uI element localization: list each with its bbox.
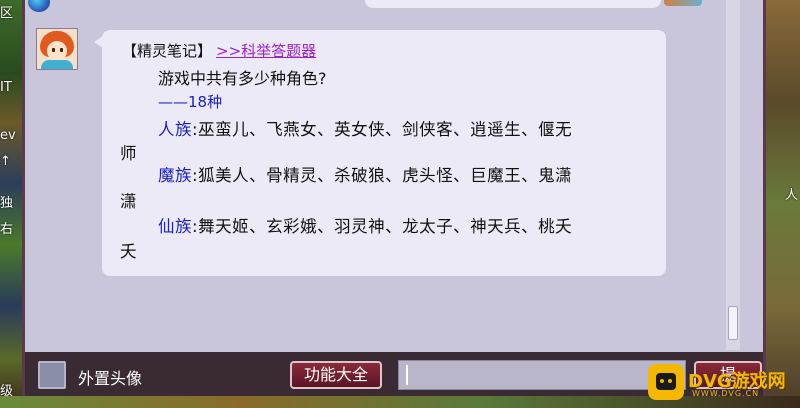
scrollbar-thumb[interactable] — [728, 306, 738, 340]
scene-text: 区 — [0, 6, 14, 21]
avatar-face — [47, 41, 67, 61]
avatar-eye — [52, 48, 55, 52]
sprite-avatar[interactable] — [36, 28, 78, 70]
text-caret — [406, 365, 408, 385]
scene-text: 独 — [0, 196, 14, 211]
race-row-demon: 魔族:狐美人、骨精灵、杀破狼、虎头怪、巨魔王、鬼潇 — [158, 162, 572, 186]
race-roles: 狐美人、骨精灵、杀破狼、虎头怪、巨魔王、鬼潇 — [198, 166, 573, 185]
external-avatar-checkbox[interactable] — [38, 361, 66, 389]
scene-text: 右 — [0, 222, 14, 237]
watermark-sub: WWW.DVG.CN — [692, 389, 760, 398]
previous-message-bubble — [365, 0, 661, 8]
scene-text: ev — [0, 128, 16, 143]
gamepad-icon — [648, 364, 684, 400]
race-row-human: 人族:巫蛮儿、飞燕女、英女侠、剑侠客、逍遥生、偃无 — [158, 116, 572, 140]
game-scene-left: 区 IT ev ↑ 独 右 级 — [0, 0, 24, 408]
note-answer: ——18种 — [158, 93, 223, 111]
watermark: DVG游戏网 WWW.DVG.CN — [648, 364, 798, 400]
scene-text: 人 — [784, 188, 798, 203]
race-label: 魔族 — [158, 166, 192, 185]
note-question: 游戏中共有多少种角色? — [158, 69, 327, 88]
note-title-text: 【精灵笔记】 — [122, 42, 213, 60]
functions-button[interactable]: 功能大全 — [290, 361, 382, 389]
previous-avatar — [664, 0, 702, 6]
race-label: 仙族 — [158, 217, 192, 236]
scene-text: IT — [0, 80, 12, 95]
race-roles: 巫蛮儿、飞燕女、英女侠、剑侠客、逍遥生、偃无 — [198, 120, 573, 139]
race-roles: 舞天姬、玄彩娥、羽灵神、龙太子、神天兵、桃夭 — [198, 217, 573, 236]
gamepad-face — [656, 373, 676, 390]
avatar-eye — [60, 48, 63, 52]
note-title: 【精灵笔记】 >>科举答题器 — [122, 40, 316, 61]
race-row-wrap: 师 — [120, 144, 137, 163]
race-row-wrap: 潇 — [120, 192, 137, 211]
game-scene-right: 人 — [764, 0, 800, 408]
race-label: 人族 — [158, 120, 192, 139]
scrollbar-track[interactable] — [726, 0, 740, 350]
chat-input[interactable] — [398, 360, 686, 390]
external-avatar-label: 外置头像 — [78, 369, 143, 388]
quiz-helper-link[interactable]: >>科举答题器 — [216, 42, 316, 60]
avatar-body — [41, 60, 73, 69]
race-row-immortal: 仙族:舞天姬、玄彩娥、羽灵神、龙太子、神天兵、桃夭 — [158, 213, 572, 237]
scene-text: ↑ — [0, 154, 11, 169]
race-row-wrap: 夭 — [120, 242, 137, 261]
